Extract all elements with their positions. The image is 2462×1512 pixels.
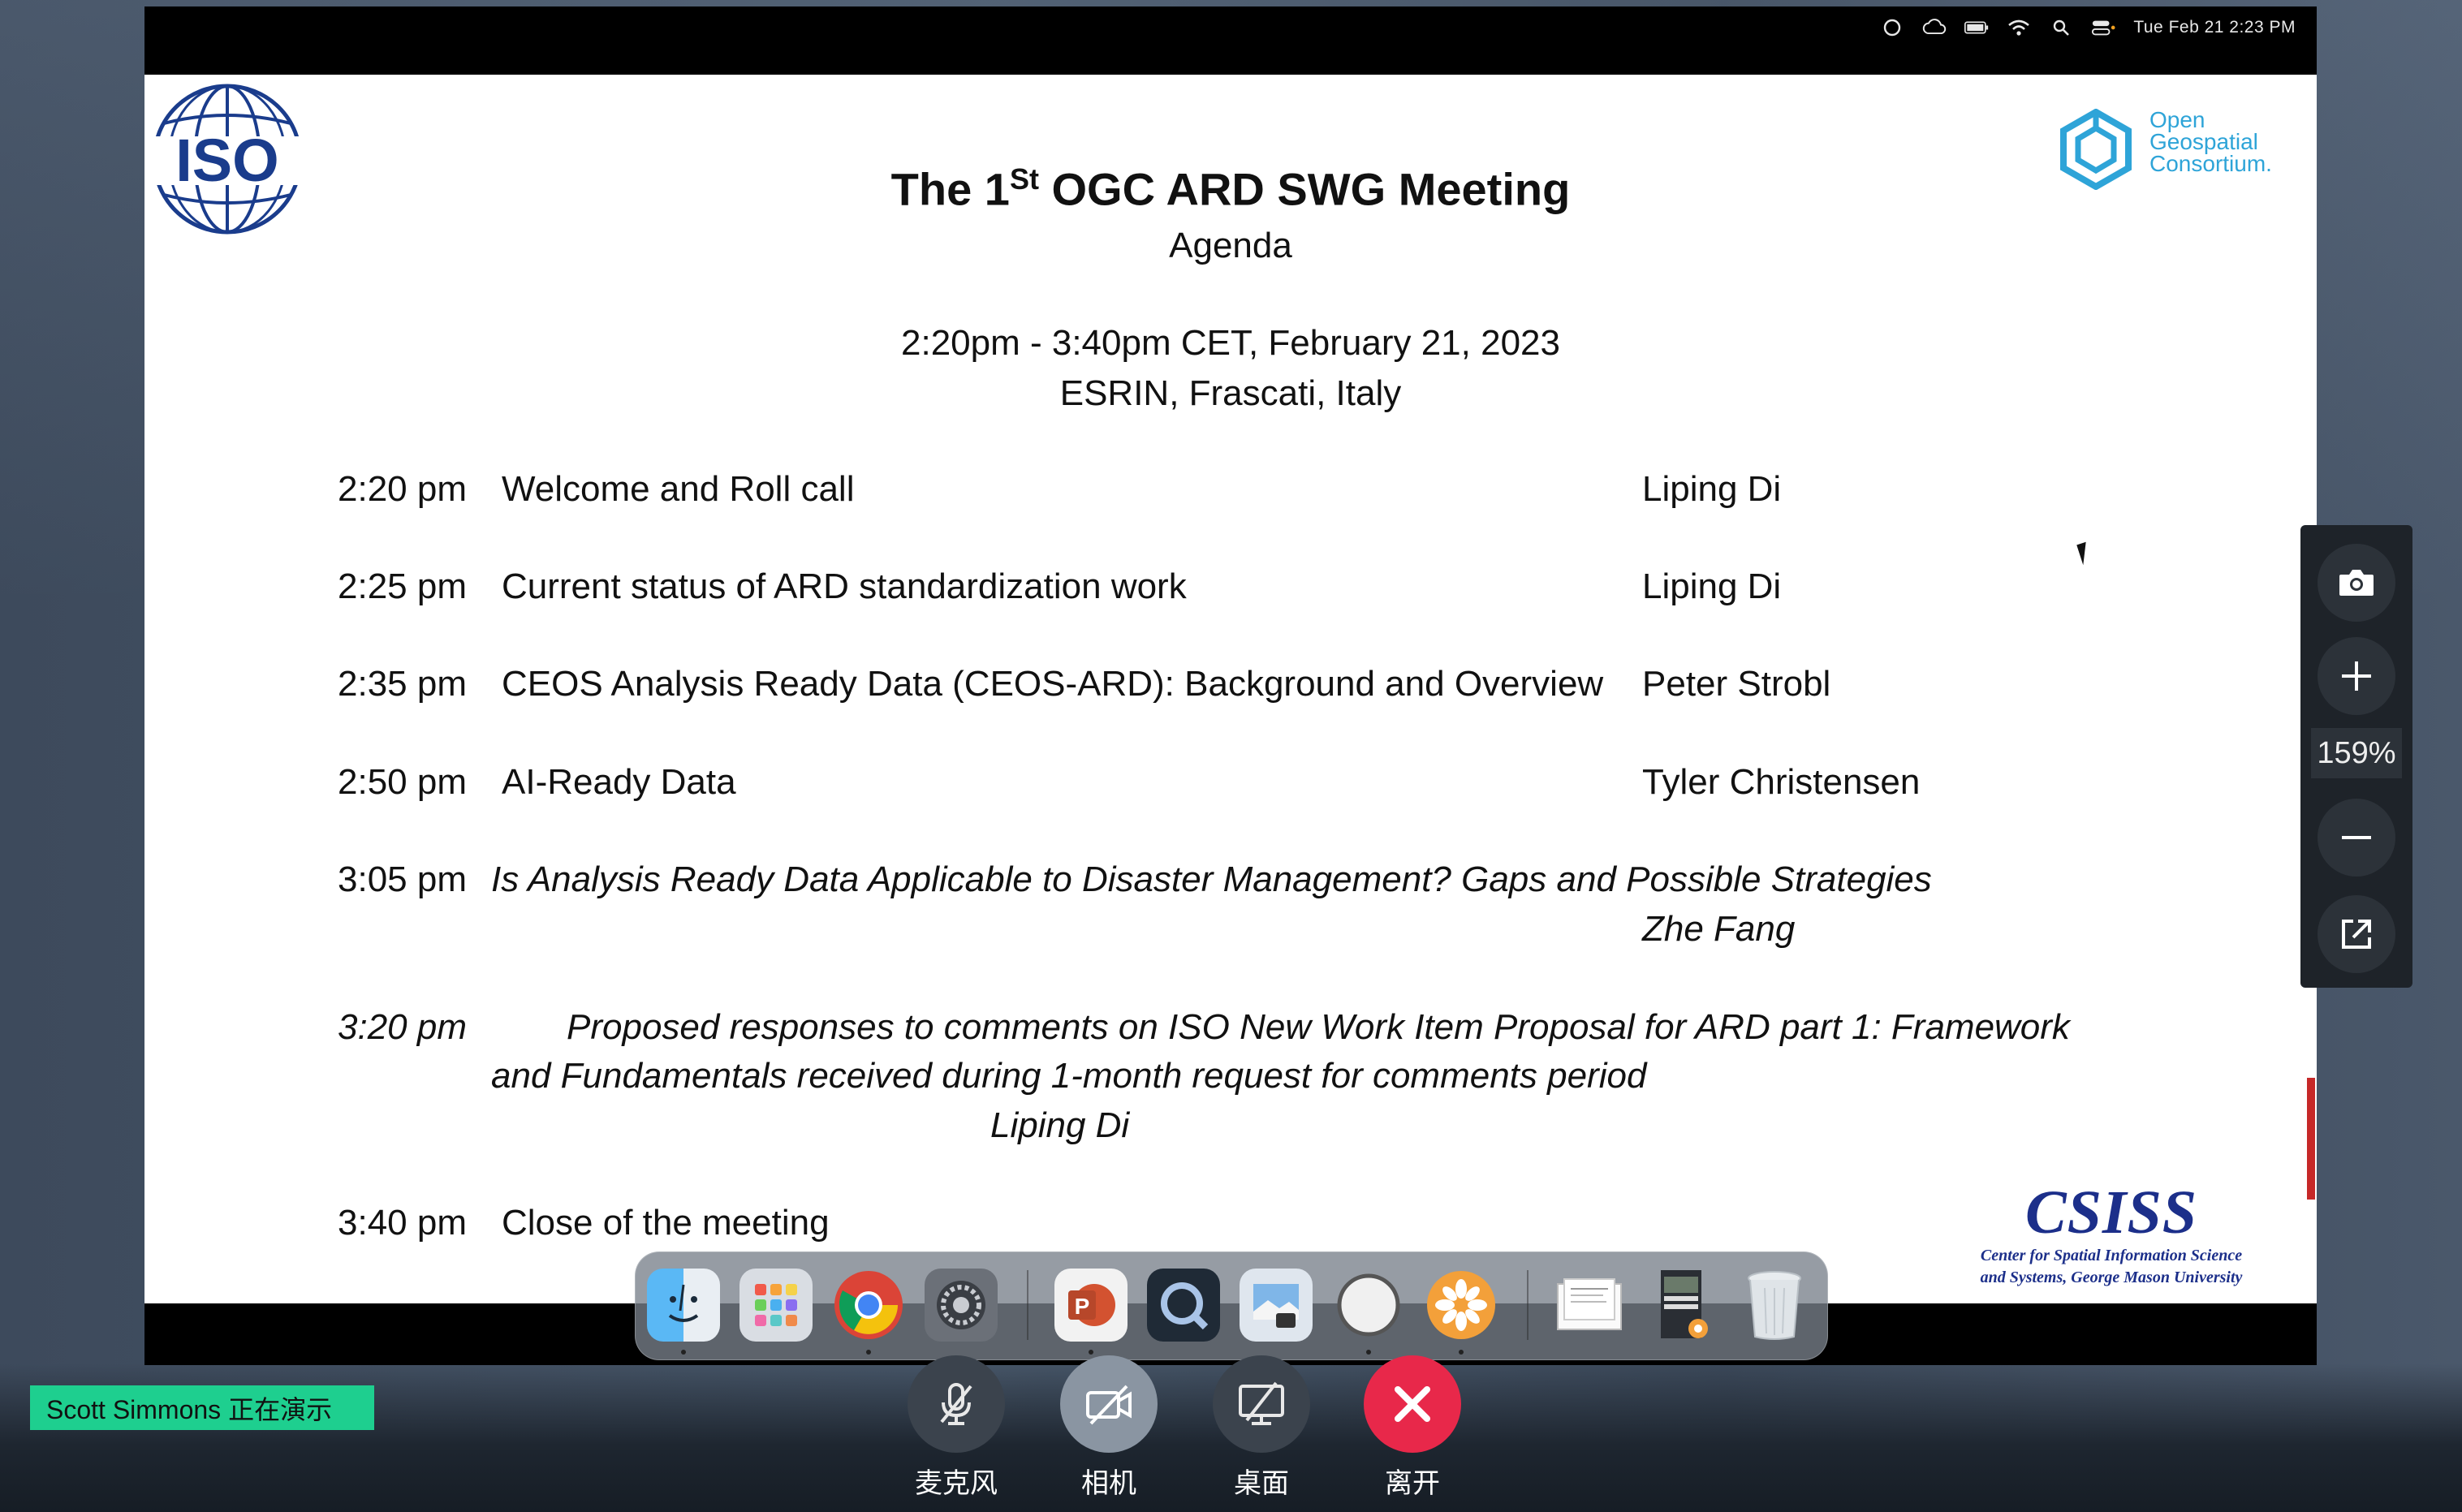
agenda-speaker: Liping Di: [1642, 469, 1782, 509]
agenda-speaker: Liping Di: [1642, 566, 1782, 606]
camera-label: 相机: [1081, 1468, 1136, 1499]
viewer-side-controls: 159%: [2300, 525, 2412, 988]
agenda-topic: AI-Ready Data: [502, 762, 736, 802]
agenda-topic: CEOS Analysis Ready Data (CEOS-ARD): Bac…: [502, 664, 1604, 704]
agenda-time: 3:20 pm: [338, 1007, 467, 1047]
svg-text:P: P: [1075, 1294, 1090, 1319]
system-settings-icon[interactable]: [925, 1269, 998, 1342]
csiss-title: CSISS: [2024, 1178, 2198, 1247]
agenda-time: 3:05 pm: [338, 859, 467, 899]
slide-time-range: 2:20pm - 3:40pm CET, February 21, 2023: [901, 323, 1560, 363]
screenshot-thumbnail-icon[interactable]: [1645, 1269, 1718, 1342]
csiss-logo: CSISS Center for Spatial Information Sci…: [1953, 1180, 2270, 1289]
agenda-topic: Current status of ARD standardization wo…: [502, 566, 1187, 606]
slide-subtitle: Agenda: [1169, 226, 1292, 265]
camera-button[interactable]: [1060, 1355, 1158, 1453]
zoom-out-icon[interactable]: [2318, 799, 2395, 877]
agenda-speaker: Tyler Christensen: [1642, 762, 1921, 802]
microphone-button[interactable]: [908, 1355, 1005, 1453]
presentation-slide: ISO Open Geospatial Consortium. The 1St …: [144, 75, 2317, 1303]
desktop-label: 桌面: [1234, 1468, 1289, 1499]
wifi-icon[interactable]: [2007, 18, 2031, 37]
menubar-status: Tue Feb 21 2:23 PM: [1880, 18, 2296, 37]
agenda-topic: Close of the meeting: [502, 1203, 830, 1243]
title-part-2: OGC ARD SWG Meeting: [1038, 163, 1571, 215]
control-center-icon[interactable]: [2091, 18, 2115, 37]
agenda-time: 2:35 pm: [338, 664, 467, 704]
slide-title: The 1St OGC ARD SWG Meeting: [144, 162, 2317, 216]
mouse-pointer-icon: [2076, 541, 2093, 566]
cloud-sync-icon[interactable]: [1922, 18, 1947, 37]
mac-menubar: Tue Feb 21 2:23 PM: [144, 6, 2317, 75]
shared-screen: Tue Feb 21 2:23 PM ISO Open Geospatial C…: [144, 6, 2317, 1365]
circle-app-icon[interactable]: [1332, 1269, 1405, 1342]
microphone-off-icon: [940, 1383, 972, 1425]
dock-separator: [1527, 1270, 1529, 1340]
battery-icon[interactable]: [1964, 18, 1989, 37]
title-part-1: The 1: [890, 163, 1010, 215]
agenda-speaker: Peter Strobl: [1642, 664, 1831, 704]
agenda-topic: Welcome and Roll call: [502, 469, 855, 509]
quicktime-icon[interactable]: [1147, 1269, 1220, 1342]
zoom-in-icon[interactable]: [2318, 637, 2395, 715]
agenda-speaker: Zhe Fang: [1642, 909, 1796, 949]
side-red-tab[interactable]: [2307, 1078, 2315, 1200]
powerpoint-icon[interactable]: P: [1054, 1269, 1128, 1342]
agenda-topic-continued: and Fundamentals received during 1-month…: [491, 1056, 1647, 1096]
mac-dock: P: [635, 1251, 1828, 1360]
leave-icon: [1395, 1386, 1430, 1422]
microphone-label: 麦克风: [915, 1468, 998, 1499]
zoom-level: 159%: [2311, 728, 2402, 778]
agenda-topic: Proposed responses to comments on ISO Ne…: [567, 1007, 2070, 1047]
camera-icon[interactable]: [2318, 544, 2395, 622]
running-indicator: [1459, 1350, 1464, 1355]
csiss-line-2: and Systems, George Mason University: [1980, 1269, 2243, 1286]
launchpad-icon[interactable]: [739, 1269, 813, 1342]
preview-icon[interactable]: [1240, 1269, 1313, 1342]
popout-icon[interactable]: [2318, 895, 2395, 973]
leave-button[interactable]: [1364, 1355, 1461, 1453]
chrome-icon[interactable]: [832, 1269, 905, 1342]
spotlight-search-icon[interactable]: [2049, 18, 2073, 37]
csiss-line-1: Center for Spatial Information Science: [1980, 1247, 2243, 1264]
focus-circle-icon[interactable]: [1880, 18, 1904, 37]
running-indicator: [1089, 1350, 1093, 1355]
trash-icon[interactable]: [1738, 1269, 1811, 1342]
agenda-speaker: Liping Di: [990, 1105, 1130, 1145]
screen-share-off-icon: [1239, 1381, 1284, 1425]
agenda-time: 3:40 pm: [338, 1203, 467, 1243]
agenda-time: 2:50 pm: [338, 762, 467, 802]
running-indicator: [681, 1350, 686, 1355]
title-superscript: St: [1009, 162, 1039, 196]
dock-separator: [1027, 1270, 1028, 1340]
running-indicator: [866, 1350, 871, 1355]
leave-label: 离开: [1385, 1468, 1440, 1499]
ogc-line-1: Open: [2149, 107, 2205, 132]
menubar-clock[interactable]: Tue Feb 21 2:23 PM: [2133, 18, 2296, 37]
running-indicator: [1366, 1350, 1371, 1355]
slide-location: ESRIN, Frascati, Italy: [1059, 373, 1402, 413]
ogc-line-2: Geospatial: [2149, 129, 2258, 154]
agenda-topic: Is Analysis Ready Data Applicable to Dis…: [491, 859, 1932, 899]
finder-icon[interactable]: [647, 1269, 720, 1342]
agenda-time: 2:25 pm: [338, 566, 467, 606]
agenda-time: 2:20 pm: [338, 469, 467, 509]
camera-off-icon: [1086, 1385, 1132, 1425]
flower-app-icon[interactable]: [1425, 1269, 1498, 1342]
document-thumbnail-icon[interactable]: [1553, 1269, 1626, 1342]
desktop-share-button[interactable]: [1213, 1355, 1310, 1453]
presenter-badge: Scott Simmons 正在演示: [30, 1385, 374, 1430]
